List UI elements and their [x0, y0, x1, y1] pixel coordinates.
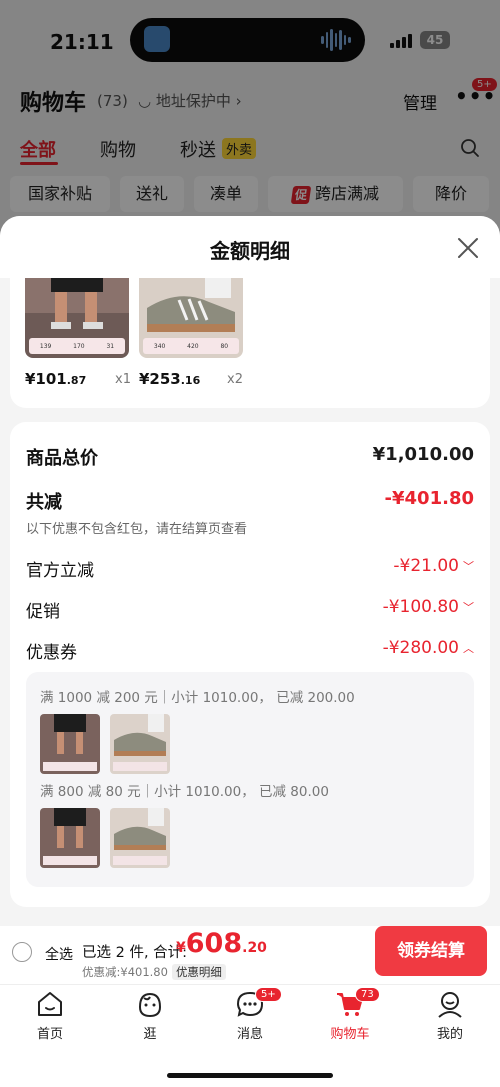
item-price: ¥253.16	[139, 370, 201, 388]
price-strip: 340 420 80	[143, 338, 239, 354]
total-discount-label: 共减	[26, 492, 62, 513]
item-qty: x1	[115, 372, 131, 387]
goods-total-value: ¥1,010.00	[372, 444, 474, 465]
price-detail-card: 商品总价 ¥1,010.00 共减 -¥401.80 以下优惠不包含红包，请在结…	[10, 422, 490, 907]
messages-badge: 5+	[255, 987, 282, 1002]
coupon-breakdown: 满 1000 减 200 元｜小计 1010.00， 已减 200.00 满 8…	[26, 672, 474, 887]
official-discount-value: -¥21.00 ﹀	[393, 556, 474, 576]
nav-messages[interactable]: 5+ 消息	[215, 987, 285, 1047]
discount-detail-link[interactable]: 优惠明细	[171, 964, 226, 980]
select-all-radio[interactable]	[12, 942, 32, 962]
total-discount-value: -¥401.80	[384, 488, 474, 509]
product-thumb-sneakers	[110, 808, 170, 868]
price-strip: 139 170 31	[29, 338, 125, 354]
browse-face-icon	[138, 992, 162, 1018]
chevron-up-icon: ︿	[463, 642, 474, 655]
product-thumb-sneakers: 340 420 80	[139, 278, 243, 358]
product-thumb-sneakers	[110, 714, 170, 774]
coupon-rule-2: 满 800 减 80 元｜小计 1010.00， 已减 80.00	[40, 784, 329, 800]
checkout-bar: 全选 已选 2 件, 合计: ¥608.20 优惠减:¥401.80 优惠明细 领…	[0, 926, 500, 984]
coupon-discount-value: -¥280.00 ︿	[382, 638, 474, 658]
nav-home[interactable]: 首页	[15, 989, 85, 1047]
product-thumb-shorts: 139 170 31	[25, 278, 129, 358]
product-thumb-shorts	[40, 808, 100, 868]
nav-me[interactable]: 我的	[415, 989, 485, 1047]
discount-note: 以下优惠不包含红包，请在结算页查看	[26, 522, 248, 537]
close-icon[interactable]	[456, 236, 480, 260]
nav-cart[interactable]: 73 购物车	[315, 987, 385, 1047]
discount-summary: 优惠减:¥401.80 优惠明细	[82, 964, 226, 980]
home-indicator	[167, 1073, 333, 1078]
cart-badge: 73	[355, 987, 380, 1002]
promo-discount-value: -¥100.80 ﹀	[382, 597, 474, 617]
goods-total-label: 商品总价	[26, 448, 98, 469]
chevron-down-icon: ﹀	[463, 601, 474, 614]
selected-items-card: 13917031 ¥101.87 x1 34042080 ¥253.16	[10, 278, 490, 408]
promo-discount-label: 促销	[26, 602, 60, 622]
select-all-label[interactable]: 全选	[45, 944, 73, 964]
bottom-nav: 首页 逛 5+ 消息 73 购物车 我的	[0, 984, 500, 1087]
product-thumb-shorts	[40, 714, 100, 774]
profile-icon	[438, 992, 462, 1018]
official-discount-label: 官方立减	[26, 561, 94, 581]
sheet-header: 金额明细	[0, 216, 500, 278]
nav-browse[interactable]: 逛	[115, 989, 185, 1047]
coupon-rule-1: 满 1000 减 200 元｜小计 1010.00， 已减 200.00	[40, 690, 355, 706]
checkout-button[interactable]: 领券结算	[375, 926, 487, 976]
home-icon	[38, 992, 62, 1016]
dim-overlay[interactable]	[0, 0, 500, 230]
cart-page-background: 21:11 45 购物车 (73) ◡ 地址保护中 › 管理 ••• 5+ 全部…	[0, 0, 500, 230]
sheet-title: 金额明细	[210, 239, 290, 263]
coupon-discount-label: 优惠券	[26, 643, 77, 663]
total-price: ¥608.20	[176, 928, 267, 959]
amount-detail-sheet: 金额明细 139 170 31 ¥101.87 x1 340 420 80 ¥2…	[0, 216, 500, 926]
chevron-down-icon: ﹀	[463, 560, 474, 573]
selected-count: 已选 2 件, 合计:	[82, 945, 188, 961]
item-price: ¥101.87	[25, 370, 87, 388]
item-qty: x2	[227, 372, 243, 387]
